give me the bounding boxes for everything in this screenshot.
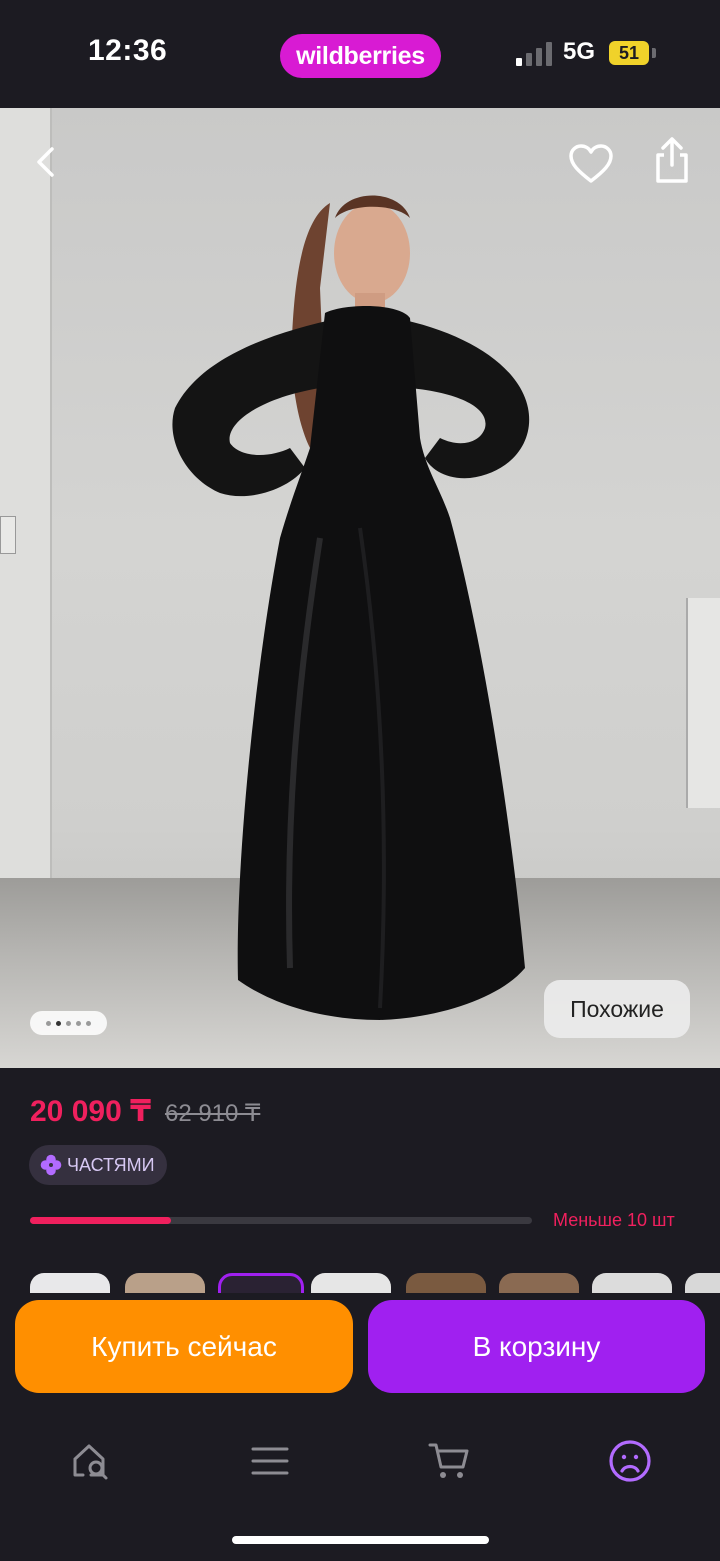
network-label: 5G xyxy=(563,38,596,65)
price-row: 20 090 ₸ 62 910 ₸ xyxy=(30,1094,260,1129)
gallery-dot xyxy=(56,1020,61,1026)
variant-thumbnail[interactable] xyxy=(499,1273,579,1293)
clover-icon xyxy=(40,1154,62,1176)
status-time: 12:36 xyxy=(88,34,168,67)
variant-thumbnail[interactable] xyxy=(685,1273,720,1293)
gallery-dot xyxy=(46,1020,51,1026)
model-figure xyxy=(172,195,530,1020)
old-price: 62 910 ₸ xyxy=(164,1100,261,1127)
gallery-dot xyxy=(76,1020,81,1026)
gallery-dot xyxy=(66,1020,71,1026)
menu-icon xyxy=(251,1447,289,1475)
tab-menu[interactable] xyxy=(242,1433,298,1489)
current-price: 20 090 ₸ xyxy=(30,1095,151,1128)
installments-label: ЧАСТЯМИ xyxy=(67,1154,155,1175)
tab-cart[interactable] xyxy=(421,1433,477,1489)
battery-tip xyxy=(652,48,656,58)
variant-thumbnail[interactable] xyxy=(592,1273,672,1293)
gallery-dot xyxy=(86,1020,91,1026)
tab-bar xyxy=(0,1405,720,1561)
signal-icon xyxy=(516,42,552,66)
cart-icon xyxy=(428,1443,469,1478)
stock-label: Меньше 10 шт xyxy=(553,1210,675,1230)
chevron-left-icon xyxy=(37,147,54,177)
buy-now-button[interactable]: Купить сейчас xyxy=(15,1300,353,1393)
product-image[interactable]: Похожие xyxy=(0,108,720,1068)
tab-home[interactable] xyxy=(63,1433,119,1489)
gallery-pagination xyxy=(30,1011,107,1035)
variant-thumbnail[interactable] xyxy=(406,1273,486,1293)
variant-thumbnail[interactable] xyxy=(30,1273,110,1293)
back-button[interactable] xyxy=(22,138,70,186)
battery-icon: 51 xyxy=(609,41,649,65)
variant-thumbnail[interactable] xyxy=(311,1273,391,1293)
stock-progress xyxy=(30,1217,532,1224)
share-button[interactable] xyxy=(648,136,696,184)
add-to-cart-button[interactable]: В корзину xyxy=(368,1300,705,1393)
share-icon xyxy=(656,137,688,183)
status-bar: 12:36 wildberries 5G 51 xyxy=(0,0,720,108)
stock-progress-fill xyxy=(30,1217,171,1224)
similar-button[interactable]: Похожие xyxy=(544,980,690,1038)
home-search-icon xyxy=(73,1444,108,1480)
favorite-button[interactable] xyxy=(567,140,615,188)
home-indicator xyxy=(232,1536,489,1544)
tab-profile[interactable] xyxy=(602,1433,658,1489)
variant-thumbnail-selected[interactable] xyxy=(218,1273,304,1293)
brand-logo: wildberries xyxy=(280,34,441,78)
installments-badge[interactable]: ЧАСТЯМИ xyxy=(29,1145,167,1185)
battery-level: 51 xyxy=(618,42,640,63)
variant-thumbnail[interactable] xyxy=(125,1273,205,1293)
variant-thumbnails xyxy=(30,1273,720,1293)
heart-icon xyxy=(569,144,613,183)
profile-icon xyxy=(609,1440,651,1482)
